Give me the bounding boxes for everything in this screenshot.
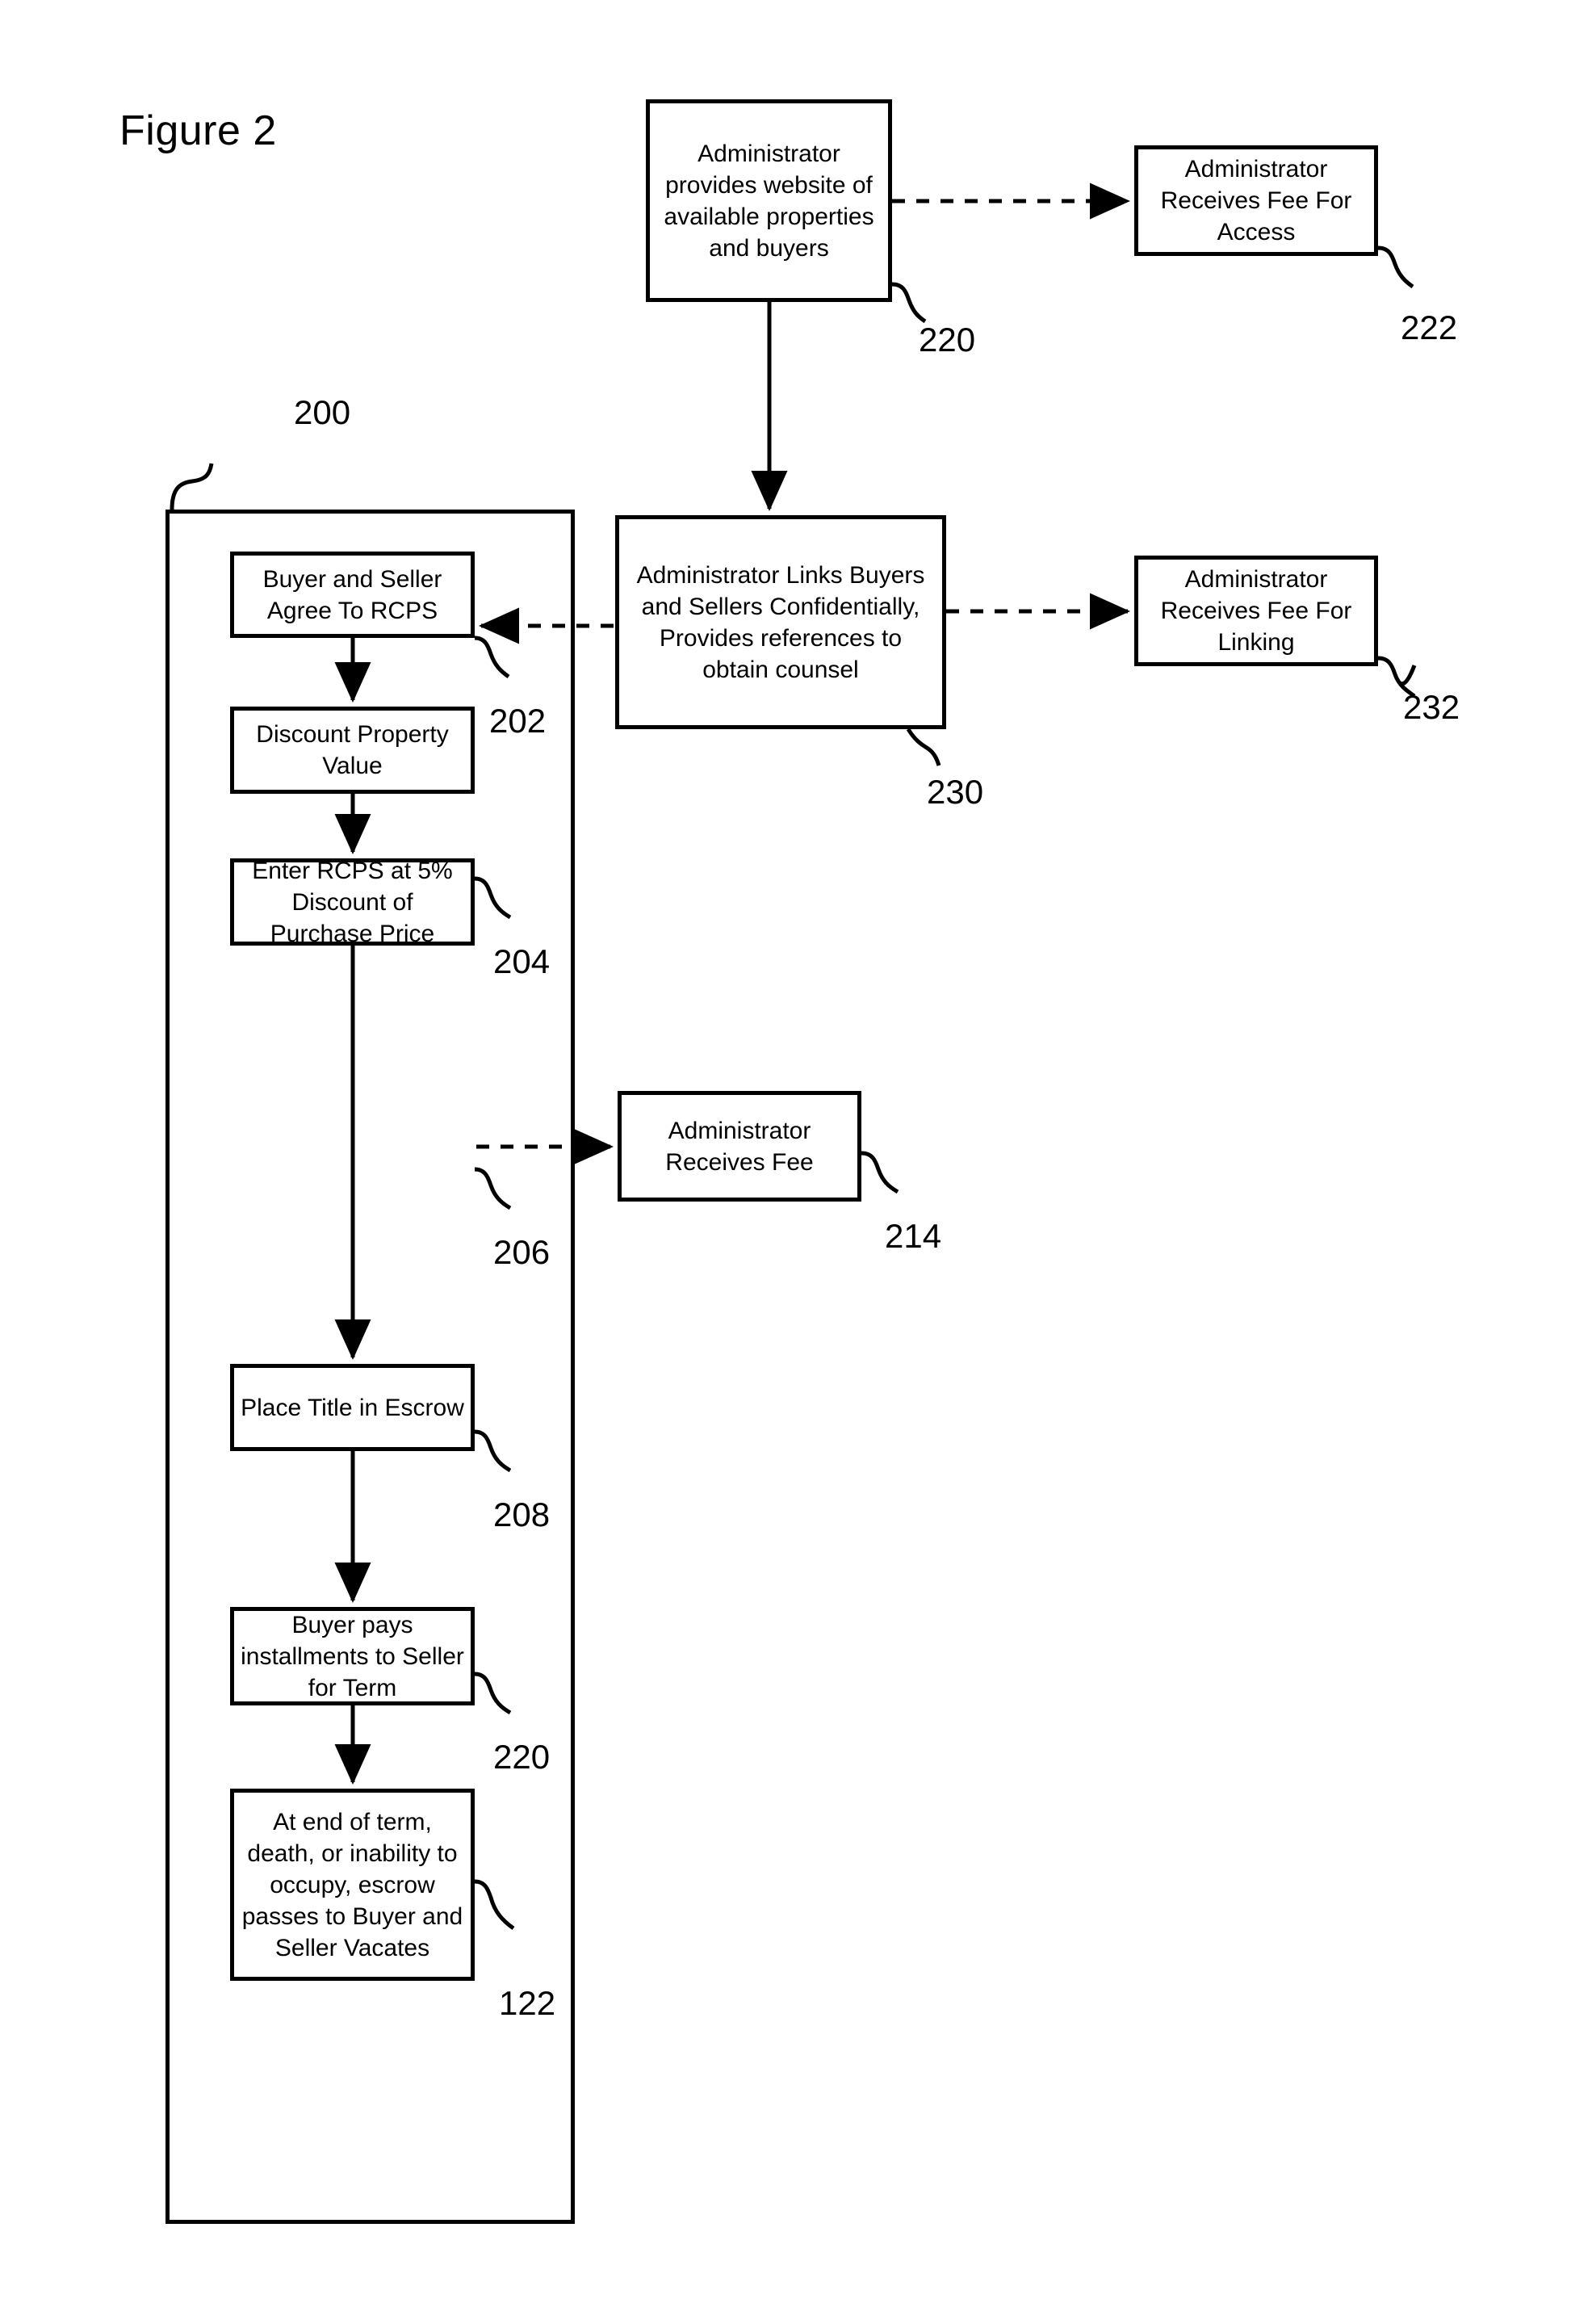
box-label: Administrator Receives Fee For Access (1160, 156, 1352, 245)
ref-numeral-200: 200 (294, 393, 351, 431)
box-label: Administrator provides website of availa… (664, 140, 874, 262)
box-label: Discount Property Value (256, 721, 449, 779)
box-label: Administrator Links Buyers and Sellers C… (636, 561, 925, 683)
box-enter-rcps-discount[interactable]: Enter RCPS at 5% Discount of Purchase Pr… (230, 858, 475, 947)
ref-numeral-204: 204 (493, 942, 551, 980)
ref-numeral-230: 230 (927, 773, 984, 811)
box-buyer-pays-installments[interactable]: Buyer pays installments to Seller for Te… (230, 1607, 475, 1705)
box-label: Place Title in Escrow (241, 1394, 464, 1421)
ref-numeral-202: 202 (489, 702, 547, 740)
box-label: Buyer pays installments to Seller for Te… (241, 1611, 464, 1701)
ref-numeral-220-website: 220 (919, 321, 976, 359)
box-label: Administrator Receives Fee For Linking (1160, 566, 1352, 656)
ref-numeral-220-installments: 220 (493, 1738, 551, 1776)
patent-figure-page: Figure 2 Administrator provides website … (0, 0, 1571, 2324)
ref-numeral-222: 222 (1401, 308, 1458, 346)
page-title: Figure 2 (119, 107, 277, 154)
box-administrator-receives-fee[interactable]: Administrator Receives Fee (618, 1091, 861, 1202)
box-end-of-term-escrow-passes[interactable]: At end of term, death, or inability to o… (230, 1789, 475, 1981)
ref-numeral-232: 232 (1403, 688, 1460, 726)
box-administrator-provides-website[interactable]: Administrator provides website of availa… (646, 99, 892, 302)
box-label: Administrator Receives Fee (665, 1117, 814, 1176)
box-buyer-seller-agree-rcps[interactable]: Buyer and Seller Agree To RCPS (230, 552, 475, 638)
box-label: At end of term, death, or inability to o… (241, 1808, 463, 1961)
ref-numeral-206: 206 (493, 1233, 551, 1271)
ref-numeral-122: 122 (499, 1984, 556, 2022)
ref-numeral-208: 208 (493, 1495, 551, 1533)
box-label: Enter RCPS at 5% Discount of Purchase Pr… (252, 857, 453, 947)
box-administrator-receives-fee-for-linking[interactable]: Administrator Receives Fee For Linking (1134, 556, 1378, 666)
ref-numeral-214: 214 (885, 1217, 942, 1255)
box-label: Buyer and Seller Agree To RCPS (262, 565, 442, 624)
box-discount-property-value[interactable]: Discount Property Value (230, 707, 475, 794)
box-administrator-receives-fee-for-access[interactable]: Administrator Receives Fee For Access (1134, 145, 1378, 256)
box-administrator-links-buyers-sellers[interactable]: Administrator Links Buyers and Sellers C… (615, 515, 946, 729)
box-place-title-in-escrow[interactable]: Place Title in Escrow (230, 1364, 475, 1451)
